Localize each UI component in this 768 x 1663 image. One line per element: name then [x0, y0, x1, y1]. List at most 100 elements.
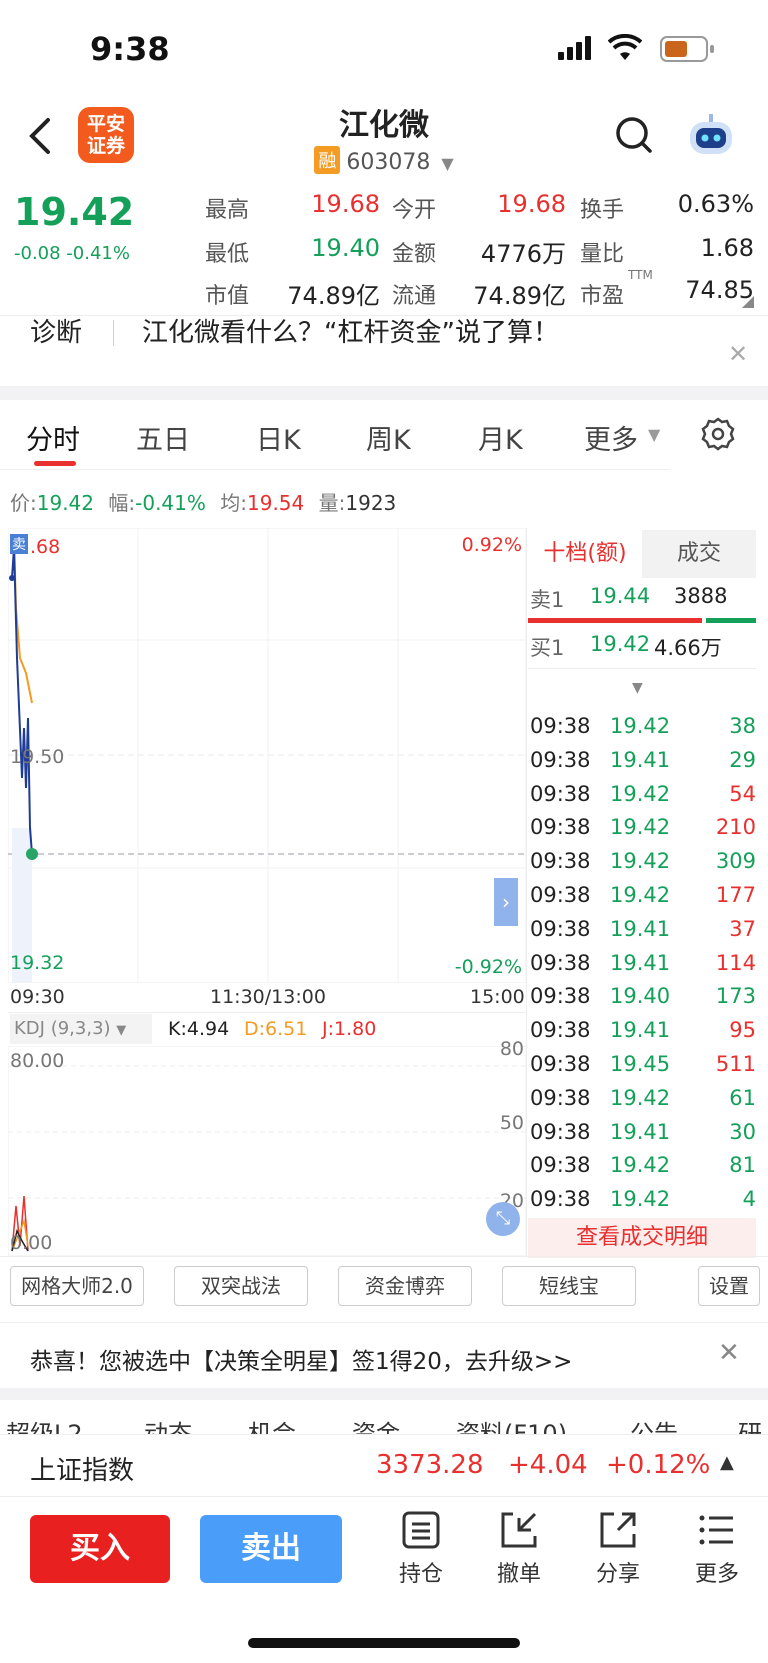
tool-button[interactable]: 双突战法	[174, 1266, 308, 1306]
chart-settings-button[interactable]	[700, 416, 736, 456]
sell1-price: 19.44	[590, 584, 651, 608]
trade-time: 09:38	[530, 1085, 591, 1110]
trade-row: 09:38 19.42 4	[530, 1187, 756, 1221]
stat-value: 0.63%	[677, 190, 754, 218]
kdj-d: D:6.51	[244, 1018, 308, 1040]
trade-time: 09:38	[530, 883, 591, 907]
sell-button[interactable]: 卖出	[200, 1515, 342, 1583]
chart-mid-label: 19.50	[10, 746, 65, 768]
holdings-button[interactable]: 持仓	[386, 1510, 456, 1588]
tool-button[interactable]: 设置	[698, 1266, 760, 1306]
trade-volume: 173	[715, 984, 756, 1009]
expand-up-icon[interactable]: ▲	[720, 1452, 734, 1473]
kdj-name: KDJ (9,3,3)	[14, 1018, 111, 1039]
dropdown-icon: ▼	[441, 154, 454, 173]
tab-4[interactable]: 月K	[478, 418, 523, 457]
sell1-vol: 3888	[674, 584, 728, 608]
share-button[interactable]: 分享	[583, 1510, 653, 1588]
trade-row: 09:38 19.42 81	[530, 1153, 756, 1187]
tab-trades[interactable]: 成交	[642, 530, 756, 578]
intraday-chart[interactable]: 卖 .68 19.50 19.32 0.92% -0.92% ›	[8, 528, 526, 983]
more-button[interactable]: 更多	[682, 1510, 752, 1588]
buy-sell-ratio-bar	[528, 618, 756, 623]
cancel-order-button[interactable]: 撤单	[484, 1510, 554, 1588]
section-divider	[0, 386, 768, 400]
trade-price: 19.42	[610, 781, 671, 806]
tab-1[interactable]: 五日	[136, 418, 190, 457]
search-icon	[616, 117, 652, 153]
trade-row: 09:38 19.40 173	[530, 984, 756, 1018]
kdj-j: J:1.80	[322, 1018, 377, 1040]
index-pct: +0.12%	[606, 1450, 711, 1480]
divider	[113, 320, 114, 346]
time-axis-mid: 11:30/13:00	[210, 986, 326, 1008]
intraday-chart-svg	[8, 528, 526, 983]
info-tab[interactable]: 机会	[248, 1414, 296, 1434]
kdj-selector[interactable]: KDJ (9,3,3) ▼	[10, 1014, 152, 1044]
search-button[interactable]	[614, 115, 654, 159]
info-tab[interactable]: 公告	[630, 1414, 678, 1434]
kdj-chart[interactable]: 80.00 0.00 80 50 20 ⤡	[8, 1038, 526, 1256]
holdings-label: 持仓	[398, 1562, 443, 1587]
sell-marker-tag: 卖	[10, 534, 28, 554]
fullscreen-button[interactable]: ⤡	[486, 1202, 520, 1236]
info-tab[interactable]: 资料(F10)	[456, 1414, 567, 1434]
stat-label: 今开	[392, 198, 437, 223]
trade-volume: 309	[715, 849, 756, 874]
stat-label: 量比	[580, 242, 625, 267]
info-tab[interactable]: 资金	[352, 1414, 400, 1434]
view-trade-details-button[interactable]: 查看成交明细	[528, 1218, 756, 1258]
collapse-arrow-icon[interactable]: ▼	[632, 680, 643, 696]
home-indicator[interactable]	[248, 1638, 520, 1648]
tab-0[interactable]: 分时	[26, 418, 80, 457]
trade-price: 19.41	[610, 950, 671, 975]
battery-icon	[660, 36, 716, 66]
vol-value: 1923	[345, 491, 397, 515]
dropdown-icon: ▼	[116, 1023, 127, 1038]
trade-volume: 95	[729, 1018, 756, 1043]
trade-price: 19.42	[610, 849, 671, 874]
tab-orderbook[interactable]: 十档(额)	[528, 530, 642, 578]
trade-price: 19.41	[610, 1018, 671, 1043]
trade-price: 19.42	[610, 883, 671, 907]
close-promo-button[interactable]: ✕	[718, 1338, 740, 1368]
kdj-r80: 80	[499, 1038, 524, 1060]
expand-orderbook-button[interactable]: ›	[494, 878, 518, 926]
tab-2[interactable]: 日K	[256, 418, 301, 457]
chart-pct-bottom: -0.92%	[454, 956, 522, 978]
info-tab[interactable]: 研	[738, 1414, 762, 1434]
stat-value: 19.40	[311, 234, 380, 262]
tool-button[interactable]: 网格大师2.0	[10, 1266, 144, 1306]
trade-time: 09:38	[530, 1119, 591, 1144]
tab-3[interactable]: 周K	[366, 418, 411, 457]
assistant-robot-button[interactable]	[686, 112, 736, 164]
holdings-icon	[402, 1511, 440, 1549]
buy-button[interactable]: 买入	[30, 1515, 170, 1583]
close-diagnosis-button[interactable]: ✕	[728, 340, 748, 368]
info-tab[interactable]: 超级L2	[6, 1414, 83, 1434]
trade-time: 09:38	[530, 950, 591, 975]
trade-volume: 81	[729, 1153, 756, 1178]
tool-button[interactable]: 短线宝	[502, 1266, 636, 1306]
tool-button[interactable]: 资金博弈	[338, 1266, 472, 1306]
share-icon	[600, 1512, 636, 1548]
stat-label: 市盈	[580, 284, 625, 309]
promo-banner-text[interactable]: 恭喜！您被选中【决策全明星】签1得20，去升级>>	[30, 1342, 572, 1376]
diagnosis-headline[interactable]: 江化微看什么？“杠杆资金”说了算！	[142, 312, 559, 349]
info-tab[interactable]: 动态	[144, 1414, 192, 1434]
trade-volume: 4	[742, 1187, 756, 1212]
chevron-right-icon: ›	[502, 890, 510, 914]
index-change: +4.04	[508, 1450, 588, 1480]
tab-5[interactable]: 更多	[584, 418, 638, 457]
expand-corner-icon[interactable]	[742, 296, 754, 308]
trade-price: 19.42	[610, 815, 671, 840]
diagnosis-label: 诊断	[30, 318, 83, 348]
more-menu-icon	[699, 1515, 733, 1545]
trade-price: 19.41	[610, 1119, 671, 1144]
trade-time: 09:38	[530, 984, 591, 1009]
trade-volume: 511	[715, 1052, 756, 1076]
price-change: -0.08 -0.41%	[14, 243, 130, 264]
kdj-y0: 0.00	[10, 1232, 53, 1254]
chart-pct-top: 0.92%	[461, 534, 522, 556]
trade-row: 09:38 19.42 210	[530, 815, 756, 849]
